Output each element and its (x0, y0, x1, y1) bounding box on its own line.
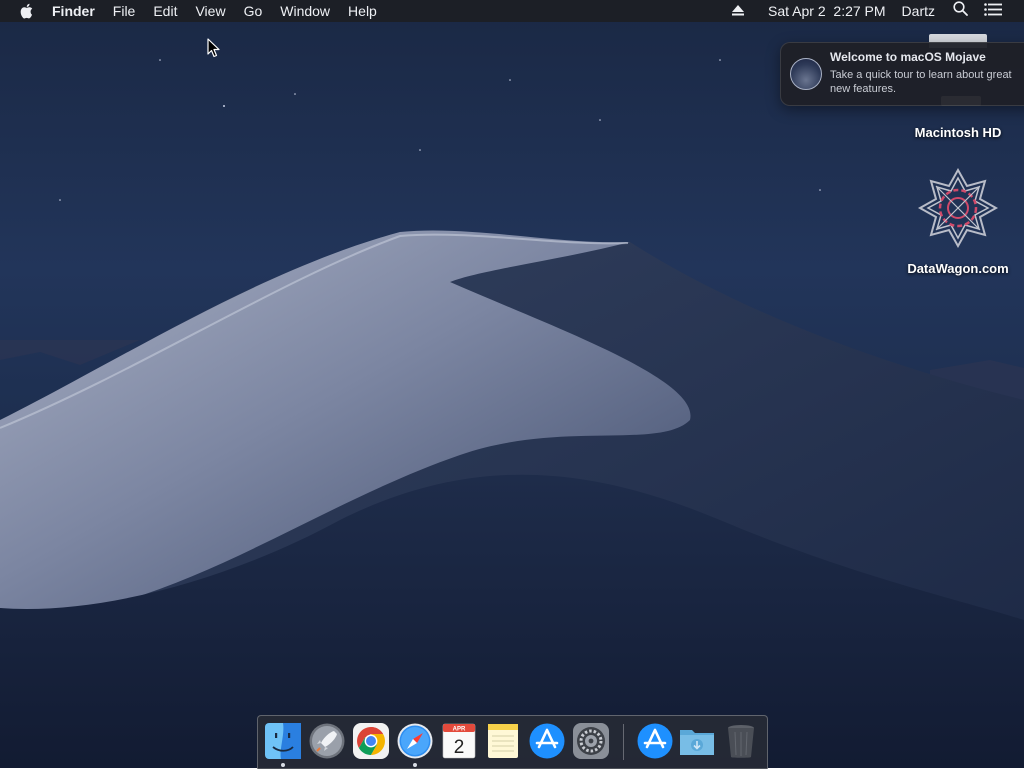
calendar-month: APR (453, 727, 466, 733)
apple-logo-icon (20, 3, 33, 19)
dock: APR 2 (257, 715, 768, 769)
apple-menu[interactable] (0, 0, 43, 22)
menu-window[interactable]: Window (271, 0, 339, 22)
desktop-icon-label: DataWagon.com (907, 261, 1009, 276)
notification-center-button[interactable] (976, 0, 1024, 22)
notes-icon[interactable] (484, 722, 522, 760)
magnifier-icon (953, 1, 968, 16)
notification-banner[interactable]: Welcome to macOS Mojave Take a quick tou… (780, 42, 1024, 106)
eject-menu[interactable] (724, 0, 760, 22)
datawagon-logo-icon (917, 168, 999, 248)
running-indicator (413, 763, 417, 767)
notification-body: Take a quick tour to learn about great n… (830, 69, 1012, 95)
app-store-stack-icon[interactable] (636, 722, 674, 760)
desktop[interactable] (0, 0, 1024, 768)
launchpad-icon[interactable] (308, 722, 346, 760)
mojave-app-icon (790, 58, 822, 90)
clock[interactable]: Sat Apr 2 2:27 PM (760, 0, 894, 22)
mouse-cursor-icon (207, 38, 220, 58)
desktop-icon-label: Macintosh HD (914, 125, 1002, 140)
menu-go[interactable]: Go (235, 0, 272, 22)
downloads-folder-icon[interactable] (678, 722, 716, 760)
calendar-icon[interactable]: APR 2 (440, 722, 478, 760)
spotlight-button[interactable] (945, 0, 976, 22)
calendar-day: 2 (454, 737, 465, 758)
user-menu[interactable]: Dartz (894, 0, 945, 22)
menu-edit[interactable]: Edit (144, 0, 186, 22)
eject-icon (732, 5, 745, 16)
dock-separator (623, 724, 624, 760)
desktop-icon-datawagon[interactable]: DataWagon.com (903, 168, 1013, 280)
notification-title: Welcome to macOS Mojave (830, 50, 986, 64)
menu-bar: Finder File Edit View Go Window Help Sat… (0, 0, 1024, 22)
safari-icon[interactable] (396, 722, 434, 760)
trash-icon[interactable] (722, 722, 760, 760)
app-store-icon[interactable] (528, 722, 566, 760)
finder-icon[interactable] (264, 722, 302, 760)
menu-finder[interactable]: Finder (43, 0, 104, 22)
running-indicator (281, 763, 285, 767)
mojave-wallpaper (0, 59, 1024, 768)
chrome-icon[interactable] (352, 722, 390, 760)
list-icon (984, 3, 1002, 16)
menu-file[interactable]: File (104, 0, 145, 22)
system-preferences-icon[interactable] (572, 722, 610, 760)
menu-help[interactable]: Help (339, 0, 386, 22)
menu-view[interactable]: View (186, 0, 234, 22)
